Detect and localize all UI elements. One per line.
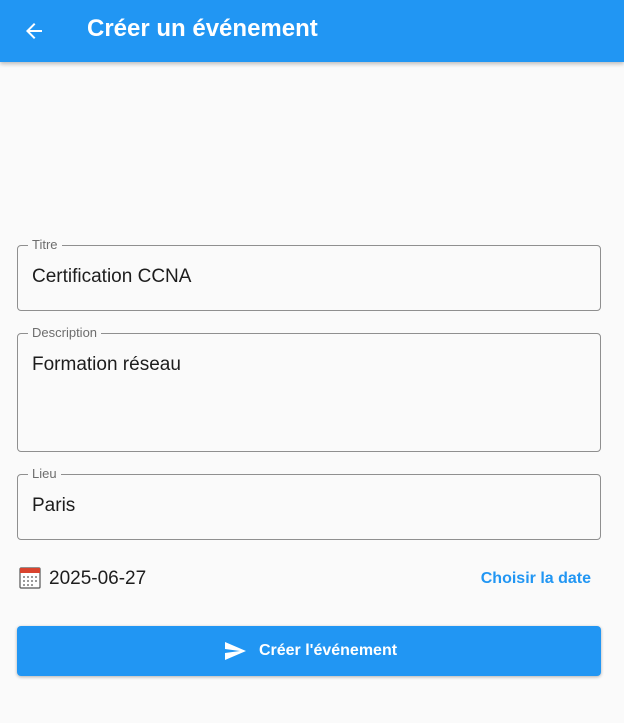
date-row: 2025-06-27 Choisir la date xyxy=(19,566,601,592)
page-title: Créer un événement xyxy=(87,15,318,42)
description-input[interactable]: Formation réseau xyxy=(32,354,586,376)
create-event-button[interactable]: Créer l'événement xyxy=(17,626,601,676)
selected-date: 2025-06-27 xyxy=(49,568,147,589)
title-input[interactable]: Certification CCNA xyxy=(32,266,586,288)
location-input[interactable]: Paris xyxy=(32,495,586,517)
choose-date-button[interactable]: Choisir la date xyxy=(481,568,591,590)
app-bar: Créer un événement xyxy=(0,0,624,62)
send-icon xyxy=(224,642,246,660)
description-field[interactable]: Description Formation réseau xyxy=(17,325,601,452)
create-event-label: Créer l'événement xyxy=(258,642,398,659)
title-field[interactable]: Titre Certification CCNA xyxy=(17,237,601,311)
back-button[interactable] xyxy=(14,11,54,51)
description-field-label: Description xyxy=(28,325,102,341)
location-field-label: Lieu xyxy=(28,466,61,482)
title-field-label: Titre xyxy=(28,237,62,253)
calendar-icon xyxy=(19,567,41,589)
arrow-back-icon xyxy=(26,23,42,39)
location-field[interactable]: Lieu Paris xyxy=(17,466,601,540)
